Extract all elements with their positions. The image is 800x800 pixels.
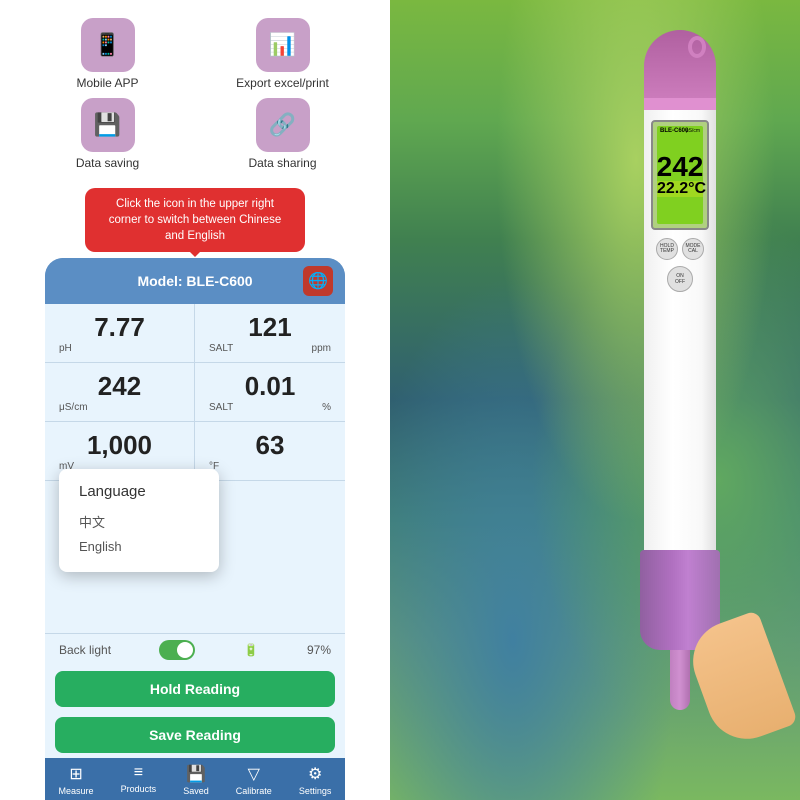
mobile-app-icon: 📱 — [81, 18, 135, 72]
phone-mockup: Model: BLE-C600 🌐 7.77 pH 121 SALT pp — [45, 258, 345, 800]
export-icon: 📊 — [256, 18, 310, 72]
device-display-unit: μS/cm — [686, 128, 700, 134]
right-panel: BLE-C600 μS/cm 242 22.2°C HOLD TEMP MODE… — [390, 0, 800, 800]
settings-icon: ⚙ — [308, 764, 322, 784]
feature-mobile-app: 📱 Mobile APP — [30, 18, 185, 90]
nav-measure[interactable]: ⊞ Measure — [59, 764, 94, 796]
device-brand: BLE-C600 — [660, 128, 688, 134]
data-saving-label: Data saving — [76, 156, 139, 170]
mode-cal-button[interactable]: MODE CAL — [682, 238, 704, 260]
salt-ppm-value: 121 — [209, 312, 331, 343]
pen-control-buttons: HOLD TEMP MODE CAL — [656, 238, 704, 260]
pen-cap — [644, 30, 716, 110]
calibrate-label: Calibrate — [236, 786, 272, 796]
reading-salt-percent: 0.01 SALT % — [195, 363, 345, 422]
device-temp-value: 22.2°C — [657, 181, 703, 197]
app-content: 7.77 pH 121 SALT ppm 242 μS/cm — [45, 304, 345, 758]
ppm-unit: ppm — [312, 343, 331, 354]
percent-unit: % — [322, 402, 331, 413]
settings-label: Settings — [299, 786, 332, 796]
pen-display-screen: BLE-C600 μS/cm 242 22.2°C — [657, 126, 703, 224]
save-icon: 💾 — [81, 98, 135, 152]
battery-icon: 🔋 — [244, 643, 259, 657]
hold-reading-button[interactable]: Hold Reading — [55, 671, 335, 707]
measure-icon: ⊞ — [69, 764, 82, 784]
salt-percent-value: 0.01 — [209, 371, 331, 402]
app-header: Model: BLE-C600 🌐 — [45, 258, 345, 304]
share-icon: 🔗 — [256, 98, 310, 152]
features-grid: 📱 Mobile APP 📊 Export excel/print 💾 Data… — [10, 18, 380, 170]
nav-saved[interactable]: 💾 Saved — [183, 764, 209, 796]
nav-products[interactable]: ≡ Products — [121, 764, 157, 796]
measure-label: Measure — [59, 786, 94, 796]
calibrate-icon: ▽ — [248, 764, 260, 784]
language-popup[interactable]: Language 中文 English — [59, 469, 219, 572]
feature-data-sharing: 🔗 Data sharing — [205, 98, 360, 170]
language-popup-title: Language — [79, 483, 199, 500]
pen-display: BLE-C600 μS/cm 242 22.2°C — [651, 120, 709, 230]
pen-device: BLE-C600 μS/cm 242 22.2°C HOLD TEMP MODE… — [620, 30, 740, 710]
battery-percent: 97% — [307, 643, 331, 657]
pen-body: BLE-C600 μS/cm 242 22.2°C HOLD TEMP MODE… — [644, 110, 716, 550]
data-sharing-label: Data sharing — [248, 156, 316, 170]
ph-label: pH — [59, 343, 72, 354]
language-option-chinese[interactable]: 中文 — [79, 508, 199, 535]
on-off-button[interactable]: ON OFF — [667, 266, 693, 292]
hold-temp-button[interactable]: HOLD TEMP — [656, 238, 678, 260]
app-header-title: Model: BLE-C600 — [87, 273, 303, 289]
saved-label: Saved — [183, 786, 209, 796]
val-63: 63 — [209, 430, 331, 461]
products-icon: ≡ — [134, 764, 143, 782]
mobile-app-label: Mobile APP — [76, 76, 138, 90]
conductivity-unit: μS/cm — [59, 402, 88, 413]
mv-value: 1,000 — [59, 430, 180, 461]
tooltip-bubble: Click the icon in the upper right corner… — [85, 188, 305, 252]
reading-ph: 7.77 pH — [45, 304, 195, 363]
pen-cap-ring — [644, 98, 716, 110]
products-label: Products — [121, 784, 157, 794]
salt-percent-label: SALT — [209, 402, 233, 413]
language-option-english[interactable]: English — [79, 535, 199, 558]
pen-tip — [670, 650, 690, 710]
export-label: Export excel/print — [236, 76, 329, 90]
pen-loop — [688, 36, 706, 58]
reading-conductivity: 242 μS/cm — [45, 363, 195, 422]
backlight-row: Back light 🔋 97% — [45, 633, 345, 666]
device-main-value: 242 — [657, 153, 704, 181]
salt-label: SALT — [209, 343, 233, 354]
globe-button[interactable]: 🌐 — [303, 266, 333, 296]
readings-grid: 7.77 pH 121 SALT ppm 242 μS/cm — [45, 304, 345, 481]
conductivity-value: 242 — [59, 371, 180, 402]
feature-export-excel: 📊 Export excel/print — [205, 18, 360, 90]
save-reading-button[interactable]: Save Reading — [55, 717, 335, 753]
nav-settings[interactable]: ⚙ Settings — [299, 764, 332, 796]
ph-value: 7.77 — [59, 312, 180, 343]
reading-salt-ppm: 121 SALT ppm — [195, 304, 345, 363]
feature-data-saving: 💾 Data saving — [30, 98, 185, 170]
toggle-knob — [177, 642, 193, 658]
saved-icon: 💾 — [186, 764, 206, 784]
nav-calibrate[interactable]: ▽ Calibrate — [236, 764, 272, 796]
backlight-label: Back light — [59, 643, 111, 657]
backlight-toggle[interactable] — [159, 640, 195, 660]
bottom-nav: ⊞ Measure ≡ Products 💾 Saved ▽ Calibrate… — [45, 758, 345, 800]
left-panel: 📱 Mobile APP 📊 Export excel/print 💾 Data… — [0, 0, 390, 800]
tooltip-text: Click the icon in the upper right corner… — [109, 198, 282, 242]
